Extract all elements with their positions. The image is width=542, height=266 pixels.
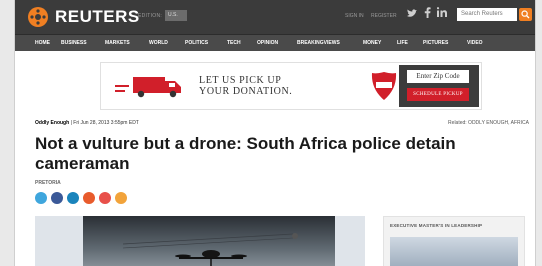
sign-in-link[interactable]: SIGN IN xyxy=(345,13,364,19)
article-headline: Not a vulture but a drone: South Africa … xyxy=(35,134,456,173)
nav-item-breakingviews[interactable]: BREAKINGVIEWS xyxy=(297,40,340,46)
nav-item-pictures[interactable]: PICTURES xyxy=(423,40,448,46)
timestamp: Fri Jun 28, 2013 3:55pm EDT xyxy=(73,120,139,126)
main-navigation: HOME BUSINESS MARKETS WORLD POLITICS TEC… xyxy=(15,34,535,51)
google-plus-icon[interactable] xyxy=(99,192,111,204)
nav-item-world[interactable]: WORLD xyxy=(149,40,168,46)
page: REUTERS EDITION: U.S. SIGN IN REGISTER S… xyxy=(14,0,536,266)
search-button[interactable] xyxy=(519,8,532,21)
ad-form-panel: Enter Zip Code SCHEDULE PICKUP xyxy=(399,65,479,107)
register-link[interactable]: REGISTER xyxy=(371,13,397,19)
reddit-icon[interactable] xyxy=(83,192,95,204)
article-photo-frame xyxy=(35,216,365,266)
twitter-icon[interactable] xyxy=(407,9,417,21)
sidebar-ad-photo xyxy=(390,237,518,266)
nav-item-markets[interactable]: MARKETS xyxy=(105,40,130,46)
top-bar: REUTERS EDITION: U.S. SIGN IN REGISTER S… xyxy=(15,0,535,34)
edition-label: EDITION: xyxy=(138,13,163,19)
nav-item-politics[interactable]: POLITICS xyxy=(185,40,208,46)
zip-code-input[interactable]: Enter Zip Code xyxy=(407,70,469,83)
nav-item-life[interactable]: LIFE xyxy=(397,40,408,46)
sidebar-ad[interactable]: EXECUTIVE MASTER'S IN LEADERSHIP xyxy=(383,216,525,266)
nav-item-tech[interactable]: TECH xyxy=(227,40,241,46)
search-input[interactable]: Search Reuters xyxy=(457,8,517,21)
article-photo[interactable] xyxy=(83,216,335,266)
facebook-icon[interactable] xyxy=(51,192,63,204)
article-kicker: Oddly Enough | Fri Jun 28, 2013 3:55pm E… xyxy=(35,120,139,126)
nav-item-home[interactable]: HOME xyxy=(35,40,50,46)
drone-icon xyxy=(122,233,298,266)
ad-line-1: LET US PICK UP xyxy=(199,75,282,86)
reuters-logo-icon[interactable] xyxy=(27,6,49,28)
search-icon xyxy=(521,10,530,19)
dateline: PRETORIA xyxy=(35,180,61,186)
linkedin-icon[interactable] xyxy=(436,7,447,20)
sidebar-ad-title: EXECUTIVE MASTER'S IN LEADERSHIP xyxy=(390,223,483,228)
section-link[interactable]: Oddly Enough xyxy=(35,120,69,126)
salvation-army-shield-icon xyxy=(371,72,397,100)
email-icon[interactable] xyxy=(115,192,127,204)
linkedin-icon[interactable] xyxy=(67,192,79,204)
nav-item-opinion[interactable]: OPINION xyxy=(257,40,278,46)
logo-text[interactable]: REUTERS xyxy=(55,7,140,27)
truck-icon xyxy=(115,77,181,98)
advertisement-banner[interactable]: LET US PICK UP YOUR DONATION. Enter Zip … xyxy=(100,62,482,110)
ad-line-2: YOUR DONATION. xyxy=(199,86,293,97)
schedule-pickup-button[interactable]: SCHEDULE PICKUP xyxy=(407,88,469,101)
nav-item-business[interactable]: BUSINESS xyxy=(61,40,87,46)
edition-select[interactable]: U.S. xyxy=(165,10,187,21)
nav-item-money[interactable]: MONEY xyxy=(363,40,381,46)
related-topics[interactable]: Related: ODDLY ENOUGH, AFRICA xyxy=(448,120,529,126)
ad-headline: LET US PICK UP YOUR DONATION. xyxy=(199,75,292,97)
facebook-icon[interactable] xyxy=(424,7,431,21)
twitter-icon[interactable] xyxy=(35,192,47,204)
nav-item-video[interactable]: VIDEO xyxy=(467,40,483,46)
